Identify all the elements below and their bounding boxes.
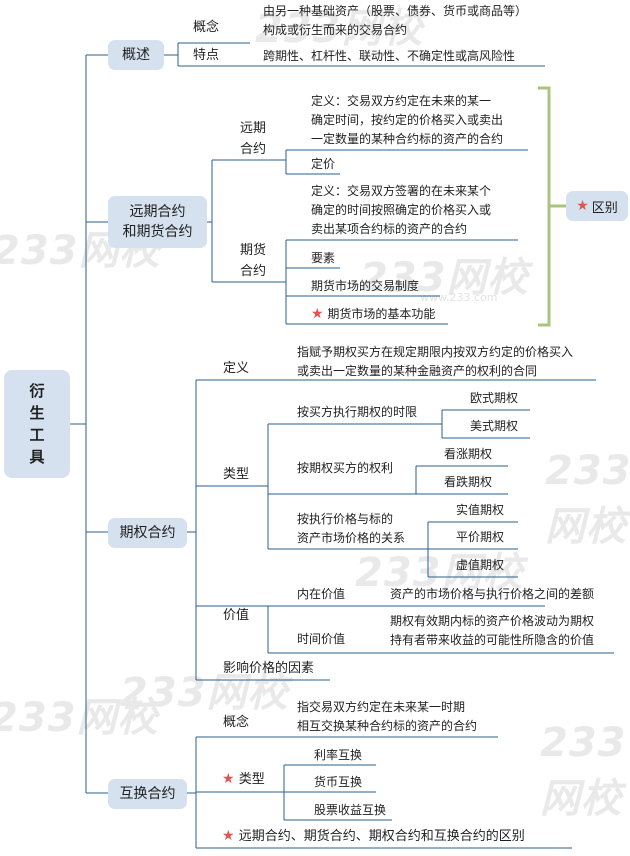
- futures-basic-function: ★ 期货市场的基本功能: [311, 306, 436, 322]
- star-icon: ★: [576, 198, 589, 214]
- overview-feature-text: 跨期性、杠杆性、联动性、不确定性或高风险性: [263, 49, 516, 63]
- futures-trading-system: 期货市场的交易制度: [311, 279, 420, 293]
- time-value-text: 持有者带来收益的可能性所隐含的价值: [390, 633, 595, 647]
- difference-node: ★ 区别: [566, 191, 628, 221]
- forward-pricing: 定价: [311, 157, 336, 171]
- swaps-concept-label: 概念: [223, 715, 250, 730]
- at-the-money-option: 平价期权: [456, 530, 505, 544]
- call-option: 看涨期权: [444, 447, 493, 461]
- forward-futures-node: 远期合约 和期货合约: [108, 196, 207, 248]
- swaps-concept-text: 指交易双方约定在未来某一时期: [297, 700, 466, 714]
- european-option: 欧式期权: [470, 391, 519, 405]
- star-icon: ★: [222, 771, 235, 787]
- intrinsic-value-label: 内在价值: [297, 587, 346, 601]
- options-value-label: 价值: [223, 608, 250, 623]
- futures-label: 期货: [240, 243, 267, 258]
- options-definition-label: 定义: [223, 361, 250, 376]
- price-factors: 影响价格的因素: [223, 661, 315, 676]
- intrinsic-value-text: 资产的市场价格与执行价格之间的差额: [390, 587, 595, 601]
- forward-definition: 一定数量的某种合约标的资产的合约: [311, 132, 504, 146]
- futures-elements: 要素: [311, 251, 336, 265]
- overview-concept-text: 构成或衍生而来的交易合约: [263, 23, 408, 37]
- forward-definition: 定义：交易双方约定在未来的某一: [311, 94, 492, 108]
- forward-definition: 确定时间，按约定的价格买入或卖出: [311, 113, 504, 127]
- out-of-the-money-option: 虚值期权: [456, 558, 505, 572]
- futures-definition: 定义：交易双方签署的在未来某个: [311, 184, 492, 198]
- options-types-label: 类型: [223, 467, 250, 482]
- overview-node: 概述: [108, 40, 164, 70]
- overview-concept-label: 概念: [193, 20, 220, 35]
- currency-swap: 货币互换: [314, 775, 363, 789]
- futures-definition: 卖出某项合约标的资产的合约: [311, 222, 468, 236]
- forward-label: 合约: [240, 142, 267, 157]
- futures-label: 合约: [240, 264, 267, 279]
- options-node: 期权合约: [108, 518, 187, 548]
- overview-feature-label: 特点: [193, 48, 220, 63]
- options-by-right: 按期权买方的权利: [297, 461, 394, 475]
- put-option: 看跌期权: [444, 475, 493, 489]
- american-option: 美式期权: [470, 419, 519, 433]
- options-by-price: 按执行价格与标的: [297, 512, 394, 526]
- futures-definition: 确定的时间按照确定的价格买入或: [311, 203, 492, 217]
- equity-swap: 股票收益互换: [314, 803, 387, 817]
- options-definition-text: 或卖出一定数量的某种金融资产的权利的合同: [297, 364, 538, 378]
- options-definition-text: 指赋予期权买方在规定期限内按双方约定的价格买入: [297, 345, 574, 359]
- time-value-label: 时间价值: [297, 632, 346, 646]
- options-by-time: 按买方执行期权的时限: [297, 405, 418, 419]
- swaps-types-label: ★ 类型: [222, 771, 265, 787]
- star-icon: ★: [222, 828, 235, 844]
- swaps-node: 互换合约: [108, 779, 187, 809]
- options-by-price: 资产市场价格的关系: [297, 531, 406, 545]
- swaps-concept-text: 相互交换某种合约标的资产的合约: [297, 719, 478, 733]
- mindmap: 233网校 233网校 233网校 www.233.com 233网校 233网…: [0, 0, 630, 856]
- interest-rate-swap: 利率互换: [314, 748, 363, 762]
- forward-label: 远期: [240, 121, 267, 136]
- in-the-money-option: 实值期权: [456, 503, 505, 517]
- contracts-difference: ★ 远期合约、期货合约、期权合约和互换合约的区别: [222, 828, 525, 844]
- star-icon: ★: [311, 306, 324, 322]
- root-node: 衍生工具: [4, 370, 70, 478]
- time-value-text: 期权有效期内标的资产价格波动为期权: [390, 614, 595, 628]
- overview-concept-text: 由另一种基础资产（股票、债券、货币或商品等）: [263, 4, 528, 18]
